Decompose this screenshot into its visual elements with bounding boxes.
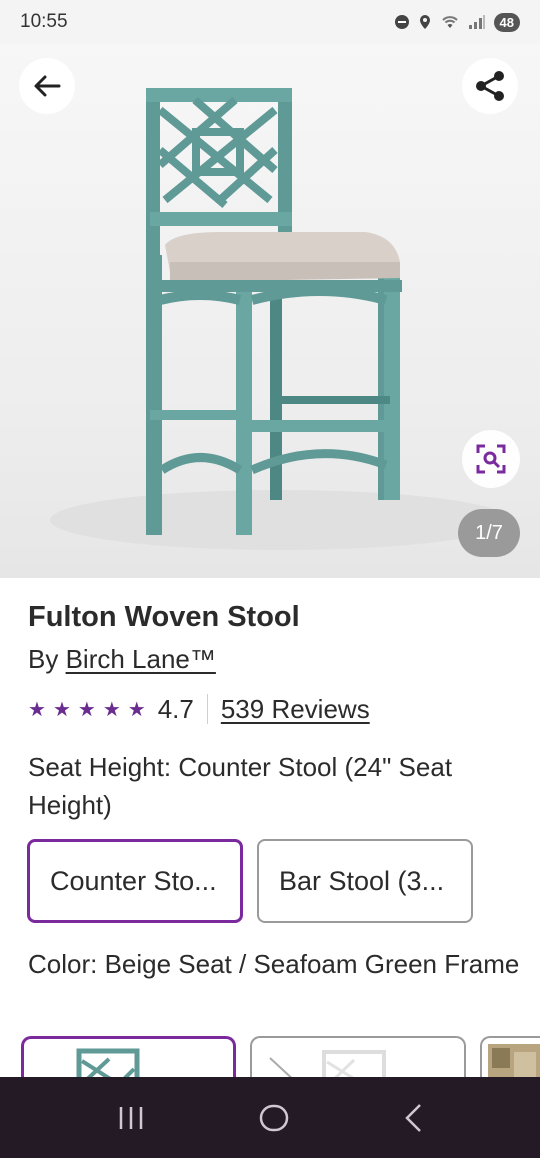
star-rating: ★ ★ ★ ★ ★ [28, 697, 146, 722]
arrow-left-icon [34, 75, 61, 97]
brand-line: By Birch Lane™ [28, 644, 216, 675]
brand-prefix: By [28, 644, 59, 674]
rating-row: ★ ★ ★ ★ ★ 4.7 539 Reviews [28, 690, 370, 728]
product-image-gallery[interactable]: 1/7 [0, 44, 540, 578]
reviews-link[interactable]: 539 Reviews [221, 694, 370, 725]
back-icon[interactable] [402, 1103, 424, 1133]
star-icon: ★ [77, 698, 96, 721]
do-not-disturb-icon [394, 15, 409, 29]
star-icon: ★ [52, 698, 71, 721]
battery-icon: 48 [493, 12, 520, 32]
product-image [50, 88, 510, 550]
option-counter-stool[interactable]: Counter Sto... [27, 839, 243, 923]
recent-apps-icon[interactable] [116, 1105, 146, 1131]
image-counter: 1/7 [458, 509, 520, 557]
signal-icon [468, 15, 485, 29]
visual-search-icon [476, 444, 506, 474]
wifi-icon [441, 16, 458, 28]
visual-search-button[interactable] [462, 430, 520, 488]
share-button[interactable] [462, 58, 518, 114]
rating-value: 4.7 [157, 693, 194, 724]
status-icons: 48 [394, 12, 520, 32]
system-nav-bar [0, 1077, 540, 1158]
location-icon [419, 15, 430, 29]
star-icon: ★ [102, 698, 121, 721]
share-icon [476, 71, 504, 101]
product-title: Fulton Woven Stool [28, 601, 300, 633]
back-button[interactable] [19, 58, 75, 114]
rating-divider [206, 694, 208, 724]
option-bar-stool[interactable]: Bar Stool (3... [257, 839, 473, 923]
brand-link[interactable]: Birch Lane™ [66, 644, 216, 674]
seat-height-label: Seat Height: Counter Stool (24" Seat Hei… [28, 752, 453, 820]
color-label: Color: Beige Seat / Seafoam Green Frame [28, 949, 520, 979]
star-icon: ★ [28, 698, 46, 721]
status-bar: 10:55 48 [0, 0, 540, 44]
star-icon: ★ [127, 698, 146, 721]
status-time: 10:55 [20, 11, 68, 32]
home-icon[interactable] [258, 1103, 290, 1133]
